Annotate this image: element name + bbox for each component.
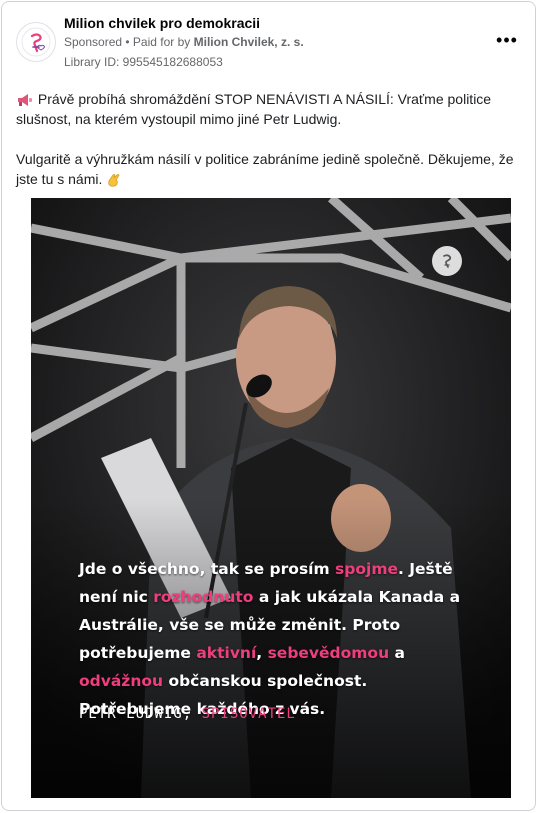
quote-highlight: odvážnou xyxy=(79,672,164,690)
quote-highlight: sebevědomou xyxy=(267,644,390,662)
library-id: Library ID: 995545182688053 xyxy=(64,55,223,69)
post-text: Právě probíhá shromáždění STOP NENÁVISTI… xyxy=(16,89,516,209)
quote-part: a xyxy=(389,644,405,662)
post-line-2: Vulgaritě a výhružkám násilí v politice … xyxy=(16,151,514,187)
quote-highlight: rozhodnuto xyxy=(153,588,254,606)
more-options-icon: ••• xyxy=(496,29,518,50)
milion-chvilek-logo-icon xyxy=(21,27,51,57)
sponsored-label[interactable]: Sponsored xyxy=(64,35,122,49)
post-paragraph-1: Právě probíhá shromáždění STOP NENÁVISTI… xyxy=(16,89,516,129)
page-avatar[interactable] xyxy=(16,22,56,62)
paid-for-prefix: Paid for by xyxy=(132,35,194,49)
watermark-logo-icon xyxy=(432,246,462,276)
meta-separator: • xyxy=(122,35,133,49)
ad-image[interactable]: Jde o všechno, tak se prosím spojme. Ješ… xyxy=(31,198,511,798)
post-paragraph-2: Vulgaritě a výhružkám násilí v politice … xyxy=(16,149,516,189)
quote-highlight: spojme xyxy=(335,560,398,578)
sponsored-line: Sponsored • Paid for by Milion Chvilek, … xyxy=(64,35,304,49)
quote-highlight: aktivní xyxy=(196,644,257,662)
post-header: Milion chvilek pro demokracii Sponsored … xyxy=(2,2,535,77)
attribution-name: PETR LUDWIG, xyxy=(79,706,202,722)
attribution-role: SPISOVATEL xyxy=(201,706,296,722)
ad-card: Milion chvilek pro demokracii Sponsored … xyxy=(1,1,536,811)
clapping-hands-icon xyxy=(108,174,120,187)
quote-part: Jde o všechno, tak se prosím xyxy=(79,560,336,578)
megaphone-icon xyxy=(18,94,32,107)
quote-attribution: PETR LUDWIG, SPISOVATEL xyxy=(79,706,296,722)
post-line-1: Právě probíhá shromáždění STOP NENÁVISTI… xyxy=(16,91,492,127)
page-name[interactable]: Milion chvilek pro demokracii xyxy=(64,15,260,31)
paid-for-by[interactable]: Milion Chvilek, z. s. xyxy=(194,35,304,49)
more-options-button[interactable]: ••• xyxy=(493,30,521,50)
quote-part: , xyxy=(256,644,268,662)
quote-text: Jde o všechno, tak se prosím spojme. Ješ… xyxy=(79,555,469,723)
